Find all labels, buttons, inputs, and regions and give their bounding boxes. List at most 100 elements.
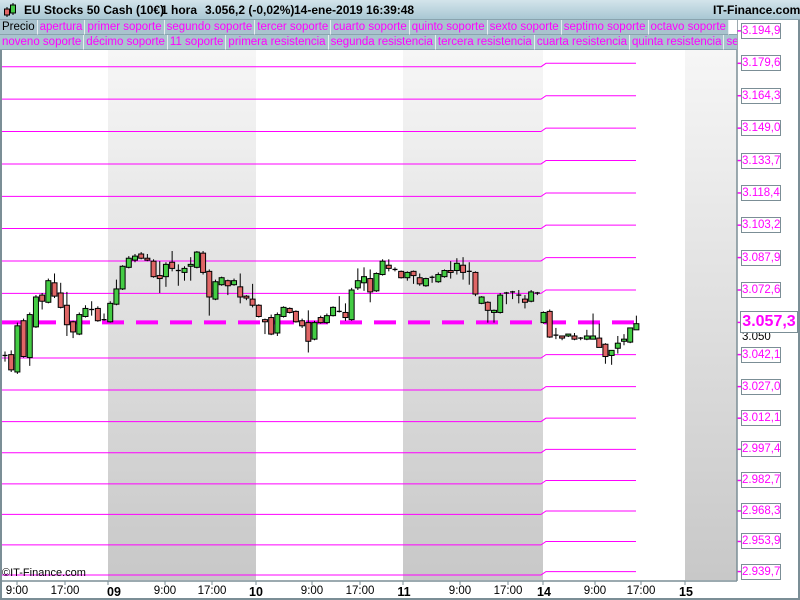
- candle: [348, 287, 355, 321]
- time-label: 9:00: [300, 585, 324, 597]
- candle-body: [484, 301, 491, 311]
- candle-body: [497, 294, 504, 313]
- candle-body: [596, 337, 603, 348]
- candle-body: [342, 311, 349, 319]
- candle-body: [571, 335, 578, 340]
- candle-body: [317, 317, 324, 324]
- day-label: 11: [397, 585, 411, 599]
- candle: [14, 322, 21, 374]
- candle: [379, 259, 386, 276]
- candle: [20, 318, 27, 358]
- candle: [255, 304, 262, 318]
- legend-item[interactable]: tercera resistencia: [435, 35, 535, 50]
- candle: [559, 335, 566, 341]
- day-label: 10: [249, 585, 263, 599]
- candle-body: [119, 265, 126, 290]
- candle-body: [255, 304, 262, 317]
- candle-body: [354, 280, 361, 289]
- candle-body: [627, 327, 634, 343]
- level-price-label: 3.149,0: [741, 120, 781, 137]
- candle: [280, 306, 287, 318]
- candle: [57, 282, 64, 309]
- candle: [39, 292, 46, 310]
- candle: [305, 310, 312, 353]
- time-label: 17:00: [50, 585, 80, 597]
- legend-item[interactable]: sexta re: [724, 35, 737, 50]
- legend-price[interactable]: Precio: [0, 20, 38, 35]
- candle: [8, 350, 15, 372]
- candle-body: [614, 342, 621, 349]
- candle: [45, 278, 52, 304]
- legend-item[interactable]: octavo soporte: [648, 20, 729, 35]
- candle: [497, 292, 504, 314]
- candle-body: [348, 289, 355, 321]
- price-chart[interactable]: [0, 0, 800, 600]
- legend-item[interactable]: 11 soporte: [167, 35, 227, 50]
- candle-body: [169, 261, 176, 269]
- legend-item[interactable]: cuarto soporte: [331, 20, 410, 35]
- candle-body: [125, 257, 132, 268]
- legend-item[interactable]: cuarta resistencia: [534, 35, 630, 50]
- candle: [32, 295, 39, 328]
- current-price-label: 3.057,3: [740, 311, 798, 334]
- candle-body: [32, 296, 39, 328]
- candle: [540, 311, 547, 324]
- candle: [590, 313, 597, 340]
- session-shade-15: [685, 50, 737, 580]
- legend-item[interactable]: segunda resistencia: [328, 35, 436, 50]
- candle-body: [200, 252, 207, 273]
- candle-body: [138, 253, 145, 259]
- legend-item[interactable]: septimo soporte: [561, 20, 649, 35]
- level-price-label: 2.982,7: [741, 472, 781, 489]
- candle-body: [472, 271, 479, 295]
- candle: [373, 272, 380, 292]
- candle: [553, 327, 559, 340]
- candle-body: [590, 335, 597, 340]
- time-label: 17:00: [197, 585, 227, 597]
- candle-body: [441, 270, 448, 278]
- candle: [633, 315, 640, 331]
- candle: [472, 271, 479, 297]
- candle-body: [521, 298, 528, 303]
- candle: [578, 337, 584, 341]
- candle: [354, 268, 361, 290]
- candle: [274, 312, 281, 336]
- candle: [596, 323, 603, 348]
- candle-body: [559, 335, 566, 339]
- candle-body: [14, 325, 21, 373]
- candle: [89, 301, 95, 316]
- time-label: 9:00: [583, 585, 607, 597]
- candle-body: [330, 306, 337, 317]
- legend-item[interactable]: primera resistencia: [226, 35, 329, 50]
- candle-body: [299, 320, 306, 327]
- legend-item[interactable]: quinta resistencia: [629, 35, 725, 50]
- candle-body: [39, 294, 46, 302]
- candle-body: [51, 282, 58, 297]
- legend-item[interactable]: tercer soporte: [255, 20, 332, 35]
- candle: [2, 351, 8, 362]
- level-price-label: 2.997,4: [741, 441, 781, 458]
- candle-body: [410, 270, 417, 277]
- candle-body: [608, 349, 615, 356]
- candle-body: [435, 274, 442, 283]
- legend-item[interactable]: primer soporte: [85, 20, 165, 35]
- legend-item[interactable]: apertura: [37, 20, 86, 35]
- level-price-label: 3.179,6: [741, 55, 781, 72]
- candle: [478, 296, 485, 305]
- candle: [583, 329, 590, 341]
- candle-body: [280, 306, 287, 317]
- candle: [614, 335, 621, 354]
- legend-item[interactable]: noveno soporte: [0, 35, 85, 50]
- candle-body: [231, 280, 238, 286]
- legend-item[interactable]: sexto soporte: [487, 20, 562, 35]
- level-price-label: 2.939,7: [741, 563, 781, 580]
- level-price-label: 3.087,9: [741, 249, 781, 266]
- candle: [82, 305, 89, 318]
- candle-body: [540, 311, 547, 324]
- candle: [51, 273, 58, 299]
- level-price-label: 3.194,9: [741, 22, 781, 39]
- legend-item[interactable]: quinto soporte: [409, 20, 488, 35]
- time-label: 9:00: [153, 585, 177, 597]
- legend-item[interactable]: segundo soporte: [164, 20, 256, 35]
- legend-item[interactable]: décimo soporte: [84, 35, 168, 50]
